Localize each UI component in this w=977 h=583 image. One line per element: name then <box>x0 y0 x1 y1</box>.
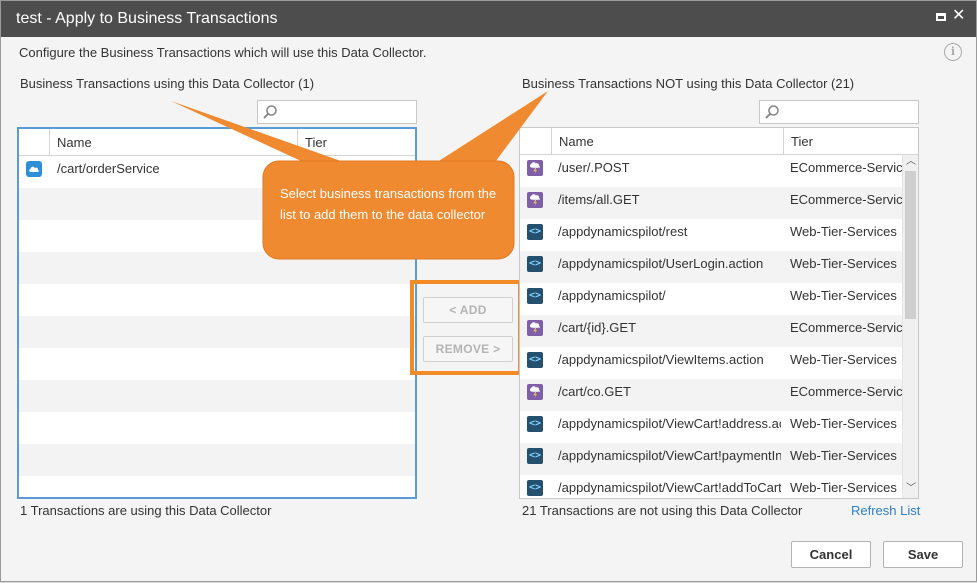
callout-bubble <box>171 91 548 260</box>
apply-business-transactions-dialog: test - Apply to Business Transactions ✕ … <box>0 0 977 582</box>
callout-text: Select business transactions from the li… <box>280 186 497 222</box>
